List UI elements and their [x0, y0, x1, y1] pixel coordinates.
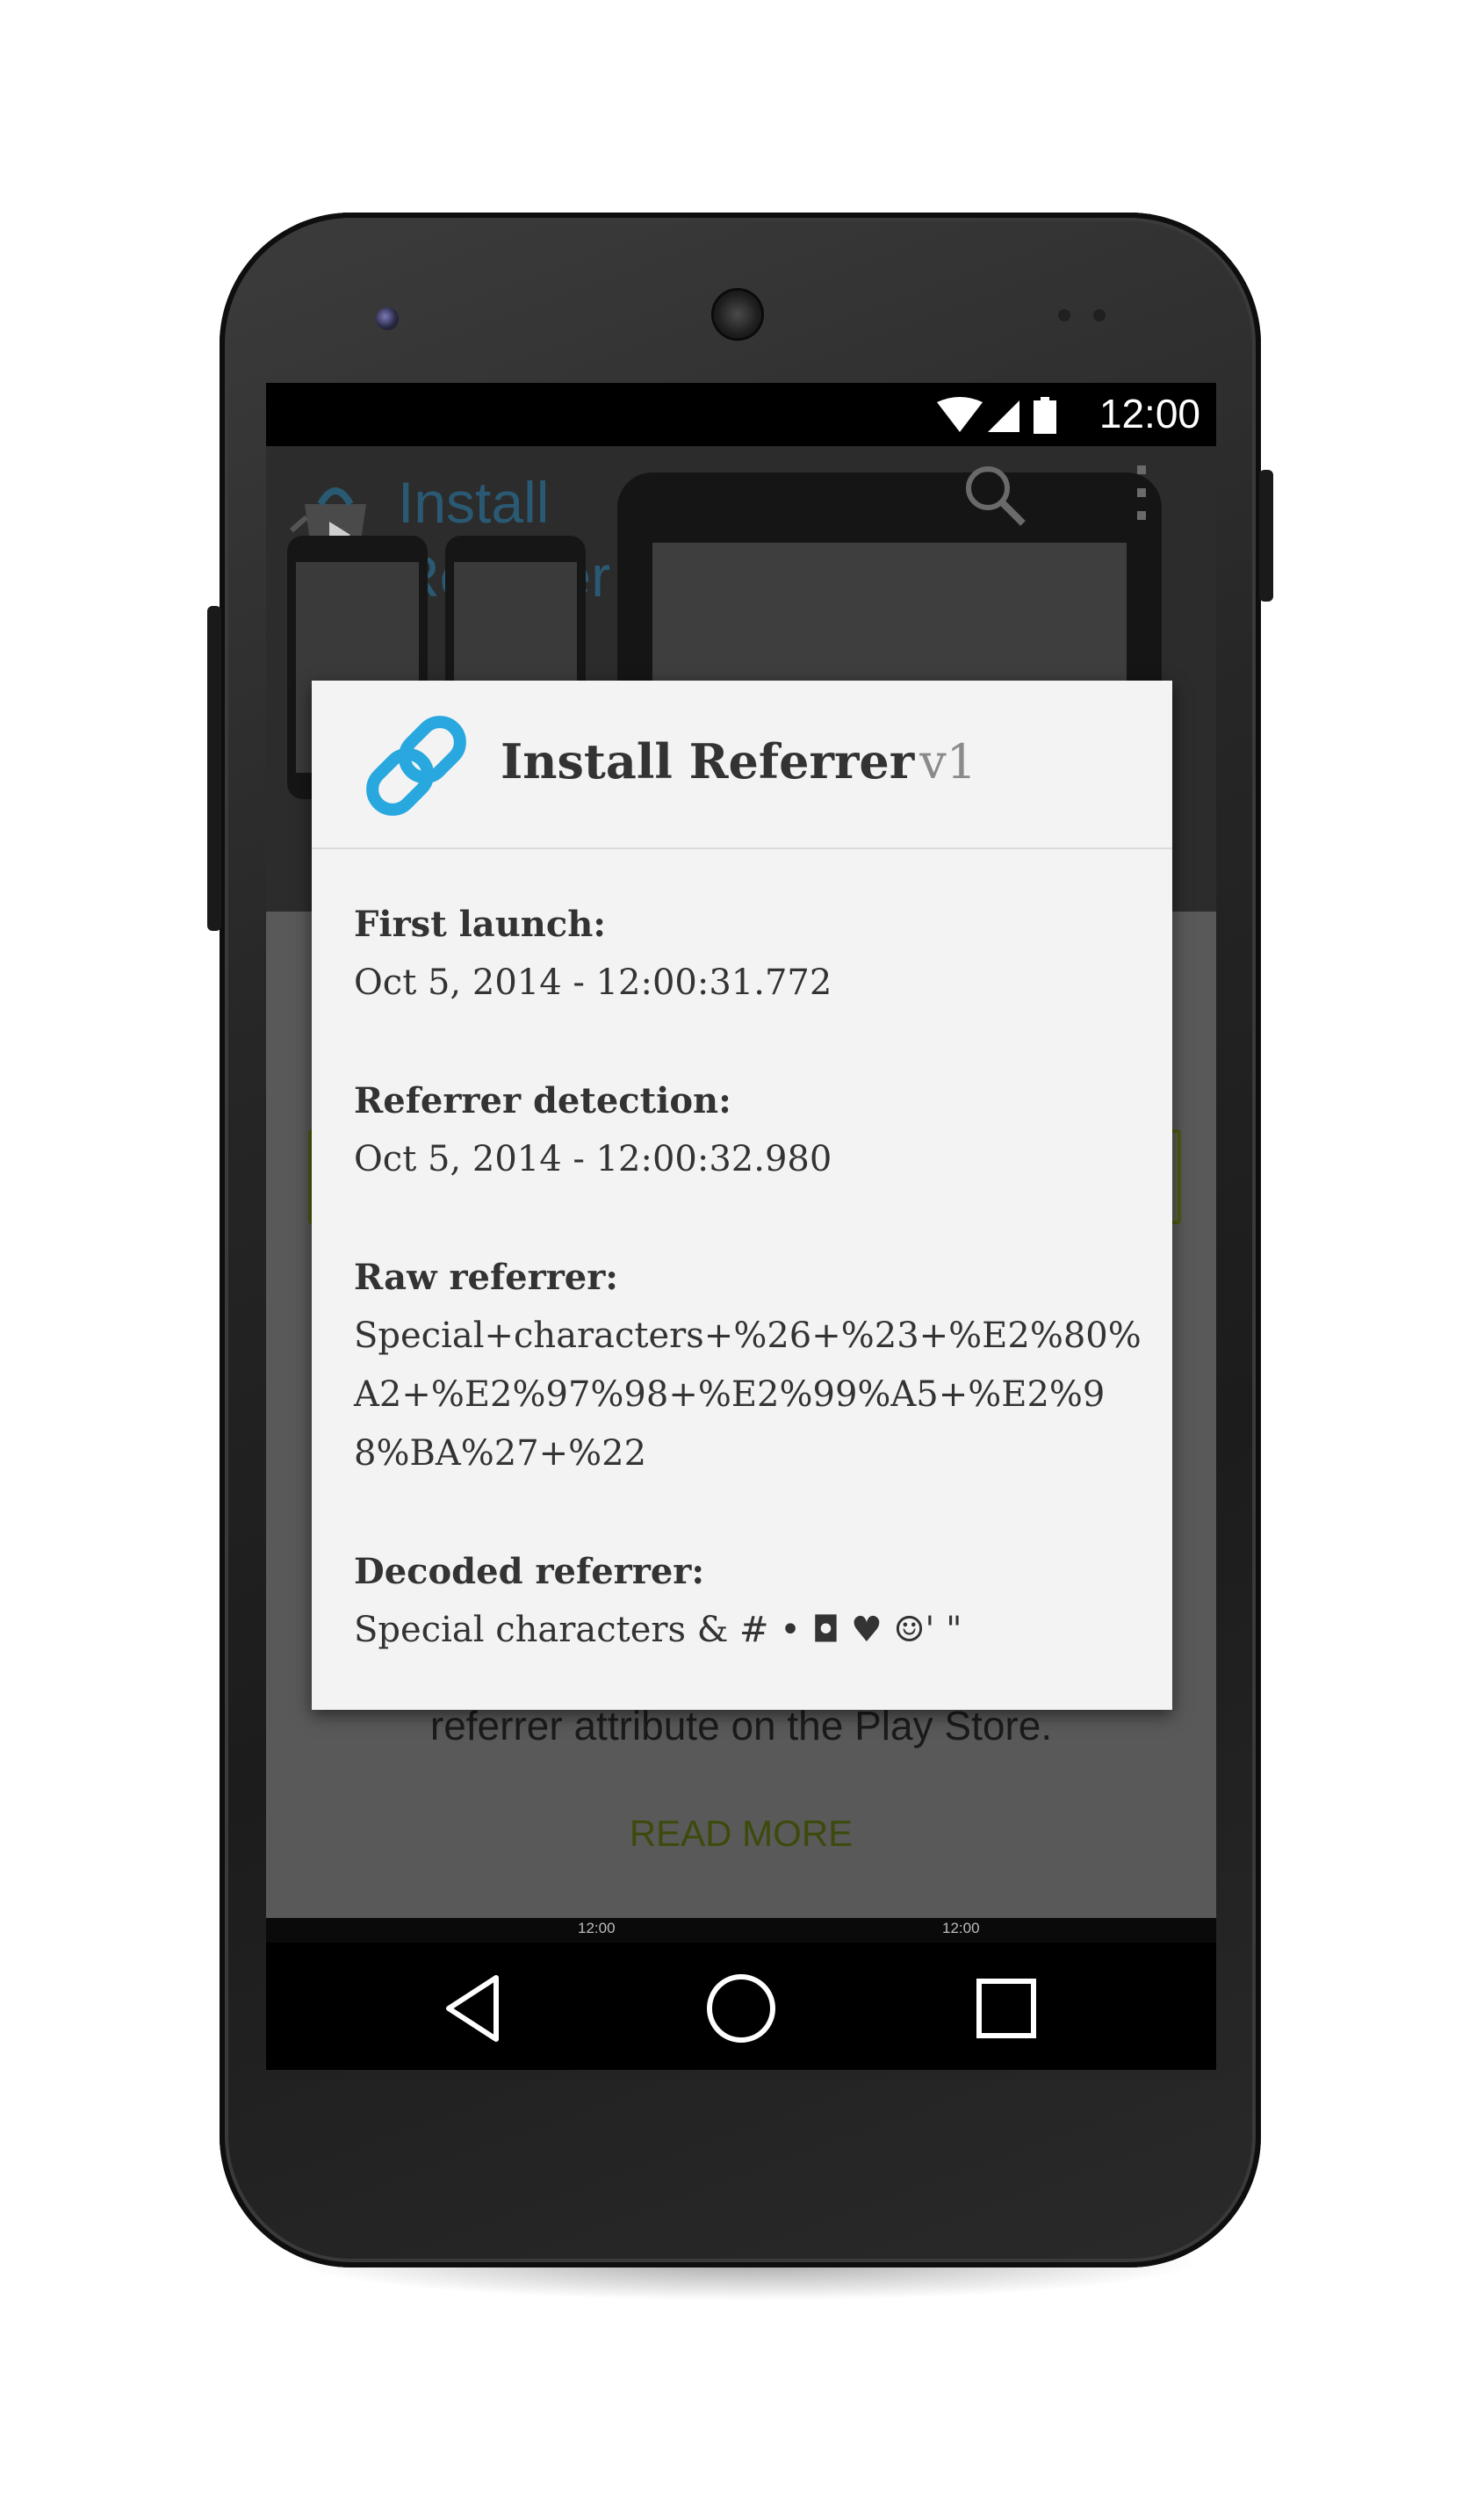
power-button: [1259, 470, 1273, 602]
mini-status-time: 12:00: [942, 1920, 980, 1936]
field-label: Decoded referrer:: [354, 1551, 705, 1592]
volume-button: [207, 606, 221, 931]
field-raw-referrer: Raw referrer: Special+characters+%26+%23…: [354, 1248, 1144, 1483]
battery-icon: [1034, 397, 1056, 434]
field-label: Referrer detection:: [354, 1080, 731, 1121]
field-first-launch: First launch: Oct 5, 2014 - 12:00:31.772: [354, 895, 1144, 1013]
status-time: 12:00: [1099, 391, 1200, 436]
dialog-title: Install Referrer v1: [501, 733, 976, 789]
install-referrer-dialog: Install Referrer v1 First launch: Oct 5, …: [312, 681, 1172, 1710]
proximity-sensor: [1058, 309, 1070, 321]
mini-status-time: 12:00: [578, 1920, 616, 1936]
field-value: Oct 5, 2014 - 12:00:32.980: [354, 1139, 832, 1179]
link-icon: [366, 716, 466, 816]
status-icons: [937, 397, 1056, 434]
background-screenshot-strip: [266, 1918, 1216, 1943]
field-value: Special+characters+%26+%23+%E2%80%A2+%E2…: [354, 1316, 1142, 1474]
status-bar: 12:00: [266, 383, 1216, 446]
signal-icon: [988, 400, 1019, 432]
recents-icon[interactable]: [967, 1969, 1046, 2048]
dialog-header: Install Referrer v1: [312, 681, 1172, 849]
front-camera: [376, 307, 399, 330]
field-value: Oct 5, 2014 - 12:00:31.772: [354, 963, 832, 1003]
back-icon[interactable]: [433, 1969, 512, 2048]
dialog-version: v1: [919, 734, 977, 789]
dialog-title-text: Install Referrer: [501, 733, 915, 789]
navigation-bar: [266, 1943, 1216, 2070]
field-label: First launch:: [354, 904, 607, 945]
earpiece-speaker: [711, 288, 764, 341]
home-icon[interactable]: [702, 1969, 781, 2048]
light-sensor: [1093, 309, 1106, 321]
read-more-link[interactable]: READ MORE: [266, 1813, 1216, 1855]
field-value: Special characters & # • ◘ ♥ ☺' ": [354, 1610, 962, 1650]
field-referrer-detection: Referrer detection: Oct 5, 2014 - 12:00:…: [354, 1071, 1144, 1189]
field-decoded-referrer: Decoded referrer: Special characters & #…: [354, 1542, 1144, 1660]
overflow-menu-icon[interactable]: [1135, 462, 1148, 523]
field-label: Raw referrer:: [354, 1257, 619, 1298]
dialog-body: First launch: Oct 5, 2014 - 12:00:31.772…: [354, 895, 1144, 1719]
search-icon[interactable]: [960, 460, 1030, 530]
wifi-icon: [937, 397, 983, 432]
